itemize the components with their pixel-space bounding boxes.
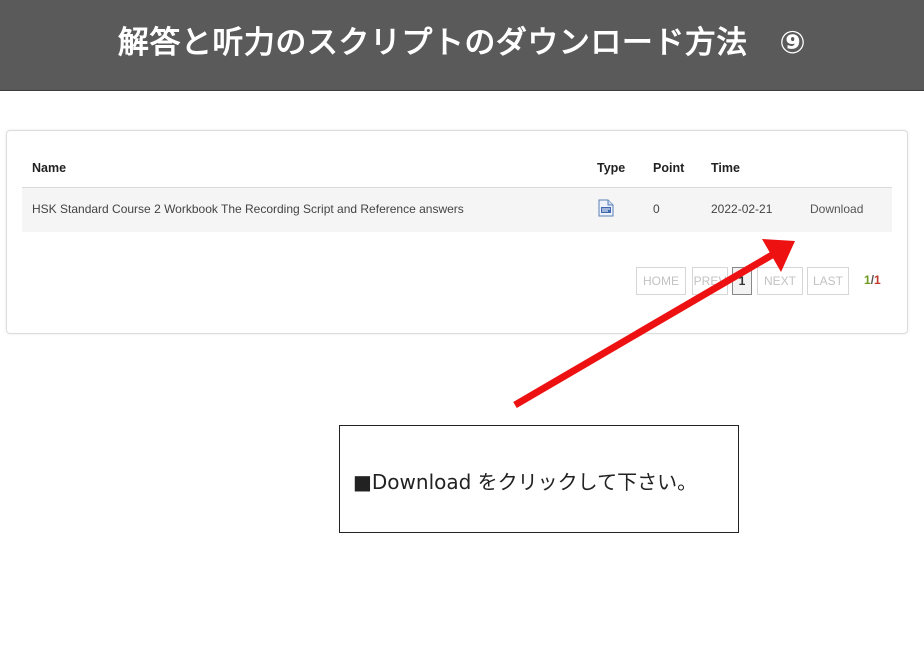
callout-text: ■Download をクリックして下さい。 <box>353 470 698 494</box>
red-arrow-annotation <box>513 239 795 409</box>
instruction-callout: ■Download をクリックして下さい。 <box>339 425 739 533</box>
